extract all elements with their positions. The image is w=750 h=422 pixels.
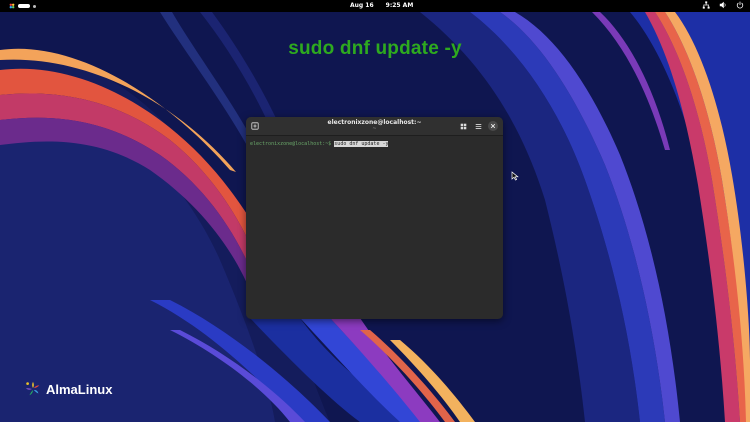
clock-date: Aug 16	[350, 2, 374, 9]
mouse-cursor-icon	[511, 171, 519, 181]
terminal-output[interactable]: electronixzone@localhost:~$ sudo dnf upd…	[246, 136, 503, 152]
activities-button[interactable]	[9, 3, 36, 9]
network-icon[interactable]	[702, 1, 710, 9]
almalinux-logo-icon	[25, 381, 40, 396]
system-tray[interactable]	[702, 1, 744, 9]
menu-icon	[475, 123, 481, 129]
almalinux-logo: AlmaLinux	[24, 380, 112, 398]
power-icon[interactable]	[736, 1, 744, 9]
terminal-header[interactable]: electronixzone@localhost:~ ~	[246, 117, 503, 136]
close-icon	[490, 123, 496, 129]
terminal-command: sudo dnf update -y	[334, 141, 389, 147]
grid-view-button[interactable]	[458, 121, 468, 131]
close-button[interactable]	[488, 121, 498, 131]
volume-icon[interactable]	[719, 1, 727, 9]
clock-time: 9:25 AM	[385, 2, 414, 9]
clock[interactable]: Aug 16 9:25 AM	[350, 2, 413, 9]
almalinux-logo-icon	[9, 3, 15, 9]
workspace-dot-icon	[33, 4, 36, 8]
grid-view-icon	[460, 123, 466, 129]
terminal-window[interactable]: electronixzone@localhost:~ ~ electronixz…	[246, 117, 503, 319]
menu-button[interactable]	[473, 121, 483, 131]
headline-command: sudo dnf update -y	[288, 38, 462, 59]
brand-name: AlmaLinux	[46, 381, 113, 397]
top-bar: Aug 16 9:25 AM	[0, 0, 750, 12]
activities-pill-icon	[18, 4, 30, 8]
terminal-prompt: electronixzone@localhost:~$	[250, 141, 335, 147]
